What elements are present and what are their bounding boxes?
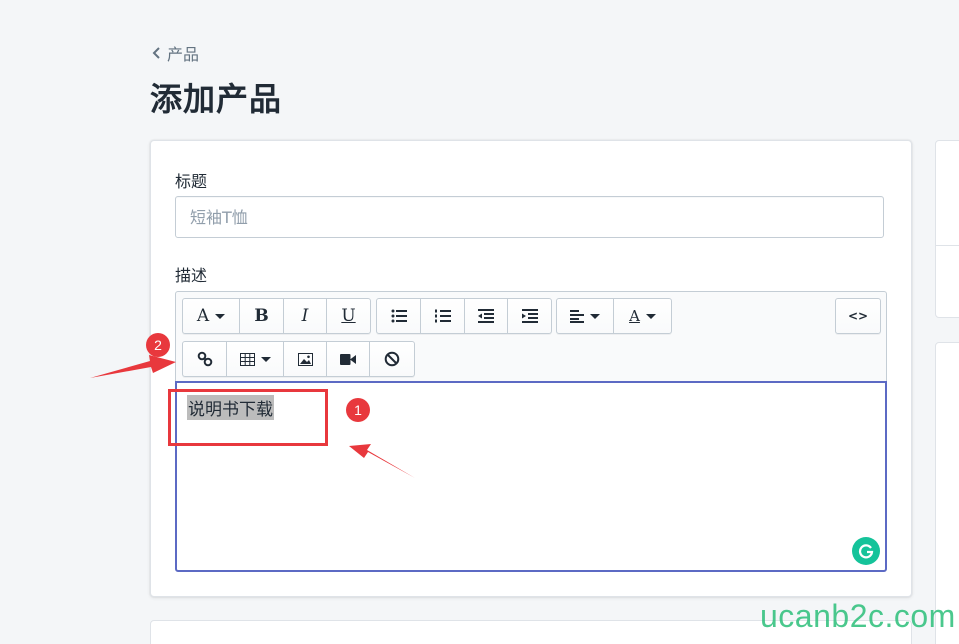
chevron-down-icon	[260, 356, 271, 362]
outdent-icon	[478, 309, 494, 323]
chevron-down-icon	[590, 313, 600, 319]
link-icon	[197, 351, 212, 367]
chevron-down-icon	[645, 313, 656, 319]
bullet-list-button[interactable]	[377, 299, 421, 333]
insert-table-dropdown[interactable]	[227, 342, 284, 376]
font-style-dropdown[interactable]: A	[183, 299, 240, 333]
image-icon	[297, 352, 313, 366]
annotation-highlight-box	[168, 389, 328, 446]
insert-group	[182, 341, 415, 377]
text-format-group: A B I U	[182, 298, 371, 334]
underline-button[interactable]: U	[327, 299, 370, 333]
table-icon	[239, 352, 255, 366]
list-indent-group	[376, 298, 552, 334]
bold-button[interactable]: B	[240, 299, 284, 333]
numbered-list-icon	[434, 309, 451, 323]
text-color-label: A	[629, 307, 640, 325]
outdent-button[interactable]	[465, 299, 508, 333]
clear-formatting-icon	[384, 351, 400, 367]
description-label: 描述	[175, 266, 208, 285]
bullet-list-icon	[391, 309, 407, 323]
product-details-card: 标题 描述 A B I U	[150, 140, 912, 597]
annotation-badge-2: 2	[146, 333, 170, 357]
insert-image-button[interactable]	[284, 342, 327, 376]
clear-formatting-button[interactable]	[370, 342, 414, 376]
sidebar-card-top	[935, 140, 959, 318]
page: 产品 添加产品 标题 描述 A B I U	[0, 0, 959, 644]
editor-toolbar: A B I U A <>	[175, 291, 887, 381]
page-title: 添加产品	[150, 80, 283, 118]
insert-link-button[interactable]	[183, 342, 227, 376]
align-left-icon	[570, 309, 584, 323]
chevron-down-icon	[215, 313, 226, 319]
grammarly-icon	[858, 544, 874, 559]
html-view-button[interactable]: <>	[836, 299, 880, 333]
title-input[interactable]	[175, 196, 884, 238]
watermark: ucanb2c.com	[760, 598, 956, 634]
italic-button[interactable]: I	[284, 299, 327, 333]
chevron-left-icon	[152, 47, 160, 59]
annotation-badge-1: 1	[346, 398, 370, 422]
video-icon	[340, 353, 356, 365]
alignment-color-group: A	[556, 298, 672, 334]
divider	[936, 245, 959, 246]
indent-button[interactable]	[508, 299, 551, 333]
insert-video-button[interactable]	[327, 342, 370, 376]
html-view-group: <>	[835, 298, 881, 334]
title-label: 标题	[175, 172, 208, 191]
indent-icon	[521, 309, 538, 323]
breadcrumb-back-link[interactable]: 产品	[151, 41, 199, 65]
numbered-list-button[interactable]	[421, 299, 465, 333]
breadcrumb-label: 产品	[167, 45, 200, 64]
text-color-dropdown[interactable]: A	[614, 299, 671, 333]
align-dropdown[interactable]	[557, 299, 614, 333]
font-style-label: A	[196, 306, 210, 326]
grammarly-button[interactable]	[852, 537, 880, 565]
